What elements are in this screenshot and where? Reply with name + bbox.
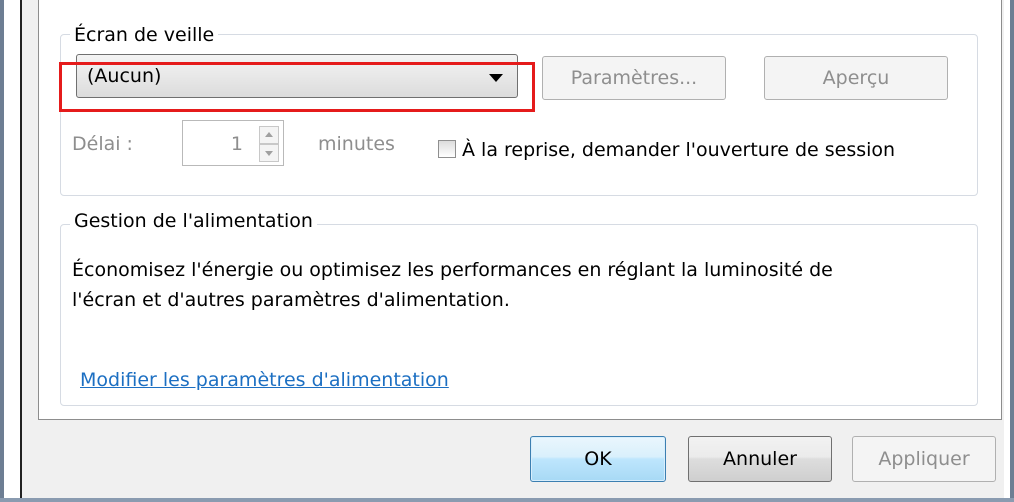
delay-label: Délai : (72, 133, 133, 155)
resume-checkbox-label[interactable]: À la reprise, demander l'ouverture de se… (462, 138, 895, 162)
apply-button-label: Appliquer (878, 448, 970, 470)
window-frame-left (0, 0, 4, 502)
settings-button-label: Paramètres... (570, 67, 698, 89)
delay-value: 1 (230, 133, 243, 155)
screensaver-group-title: Écran de veille (70, 24, 219, 46)
power-description-line2: l'écran et d'autres paramètres d'aliment… (72, 289, 510, 311)
cancel-button[interactable]: Annuler (688, 436, 832, 482)
window-frame-bottom (0, 498, 1014, 502)
screensaver-group-title-text: Écran de veille (74, 24, 215, 46)
power-group-title: Gestion de l'alimentation (70, 210, 317, 232)
window-frame-right (1010, 0, 1014, 502)
resume-checkbox[interactable] (438, 140, 456, 158)
highlight-box (59, 62, 535, 112)
spinner-down-icon[interactable] (259, 144, 279, 162)
power-group-title-text: Gestion de l'alimentation (74, 210, 313, 232)
settings-button[interactable]: Paramètres... (542, 56, 726, 100)
preview-button[interactable]: Aperçu (764, 56, 948, 100)
ok-button-label: OK (584, 448, 612, 470)
delay-spinner[interactable]: 1 (182, 120, 284, 166)
ok-button[interactable]: OK (530, 436, 666, 482)
cancel-button-label: Annuler (723, 448, 797, 470)
dialog-edge (20, 0, 22, 498)
power-description-line1: Économisez l'énergie ou optimisez les pe… (72, 259, 833, 281)
minutes-label: minutes (318, 133, 395, 155)
preview-button-label: Aperçu (822, 67, 890, 89)
apply-button[interactable]: Appliquer (852, 436, 996, 482)
spinner-up-icon[interactable] (259, 126, 279, 144)
power-settings-link[interactable]: Modifier les paramètres d'alimentation (80, 368, 449, 392)
